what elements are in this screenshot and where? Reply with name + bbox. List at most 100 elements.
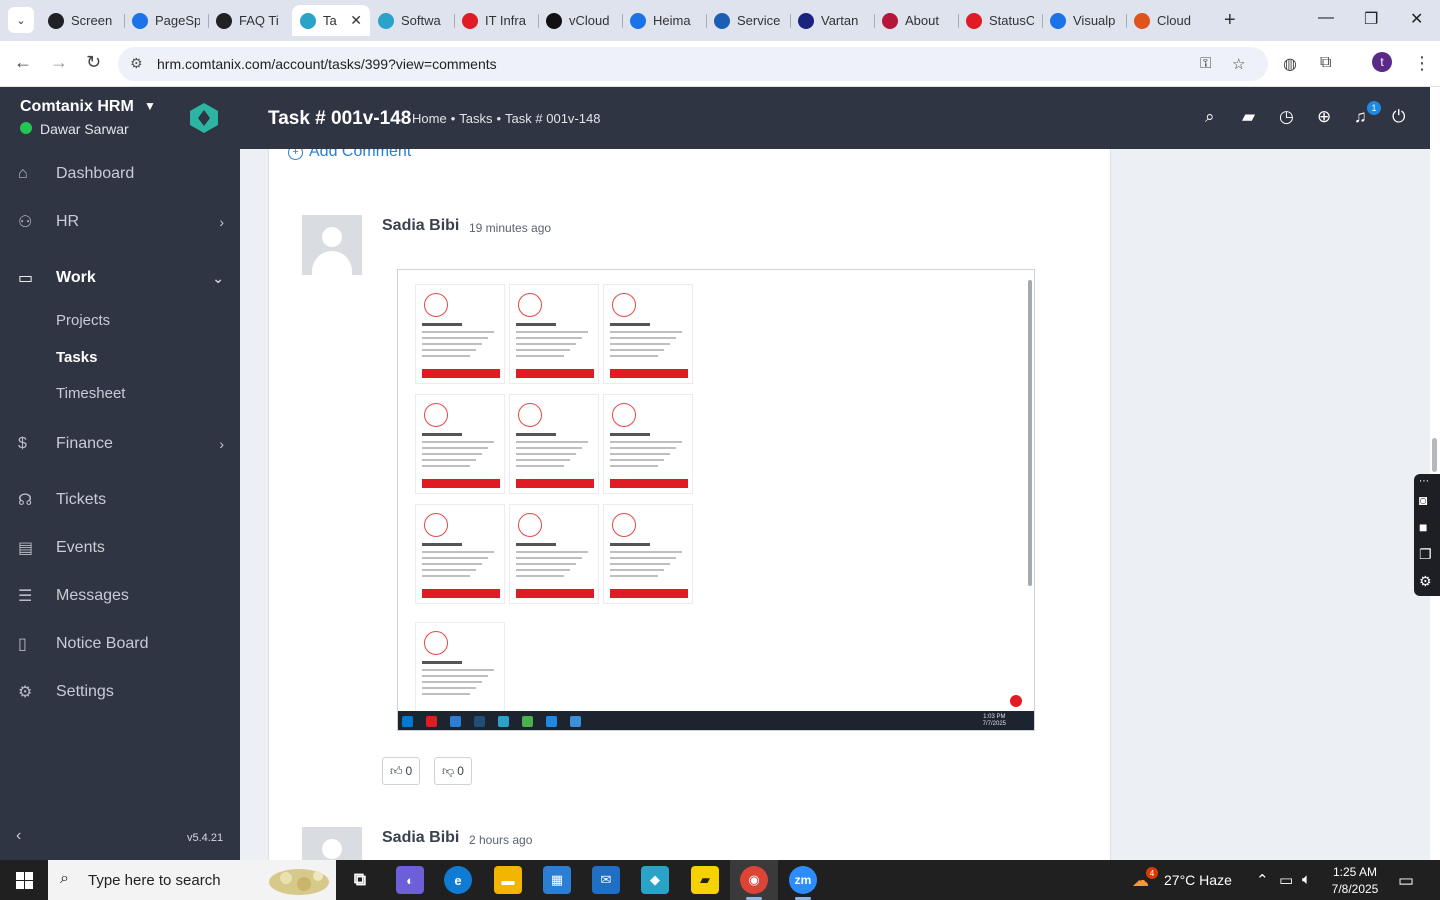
system-clock[interactable]: 1:25 AM 7/8/2025 xyxy=(1326,864,1384,898)
task-view-icon[interactable]: ⧉ xyxy=(346,866,374,894)
bookmark-star-icon[interactable]: ☆ xyxy=(1232,55,1245,73)
copilot-icon[interactable]: ◐ xyxy=(396,866,424,894)
sidebar-item-work[interactable]: ▭ Work ⌄ xyxy=(0,258,240,298)
sidebar-subitem-tasks[interactable]: Tasks xyxy=(56,349,97,366)
profile-avatar[interactable]: t xyxy=(1372,52,1392,72)
cloud-icon xyxy=(1134,12,1150,29)
comtanix-app-icon[interactable]: ◆ xyxy=(641,866,669,894)
browser-tab[interactable]: Cloud xyxy=(1126,5,1210,36)
visualping-icon xyxy=(1050,12,1066,29)
start-button[interactable] xyxy=(0,860,48,900)
browser-tab[interactable]: Softwa xyxy=(370,5,454,36)
network-icon[interactable]: ▭ xyxy=(1279,871,1293,889)
attachment-taskbar: 1:03 PM 7/7/2025 xyxy=(398,711,1034,730)
reload-button[interactable]: ↻ xyxy=(86,52,101,73)
browser-tab[interactable]: Vartan xyxy=(790,5,874,36)
browser-tab-label: PageSp xyxy=(155,13,200,28)
bell-icon[interactable]: ♫ xyxy=(1354,107,1367,127)
sidebar-subitem-timesheet[interactable]: Timesheet xyxy=(56,385,125,402)
browser-tab[interactable]: Ta ✕ xyxy=(292,5,370,36)
notifications-icon[interactable]: ▭ xyxy=(1398,871,1414,891)
click-here-button xyxy=(516,589,594,598)
mail-icon[interactable]: ✉ xyxy=(592,866,620,894)
brand-dropdown-icon[interactable]: ▼ xyxy=(144,99,156,113)
collapse-sidebar-icon[interactable]: ‹ xyxy=(16,827,21,845)
taskbar-search-box[interactable]: ⌕ Type here to search xyxy=(48,860,336,900)
add-comment-link[interactable]: + Add Comment xyxy=(288,149,411,161)
browser-tab[interactable]: PageSp xyxy=(124,5,208,36)
chevron-up-icon[interactable]: ⌃ xyxy=(1256,871,1269,889)
comment-attachment-image[interactable]: 1:03 PM 7/7/2025 xyxy=(397,269,1035,731)
zoom-icon[interactable]: zm xyxy=(789,866,817,894)
sidebar-item-tickets[interactable]: ☊ Tickets xyxy=(0,480,240,520)
restore-button[interactable]: ❐ xyxy=(1364,9,1378,29)
browser-tab[interactable]: Visualp xyxy=(1042,5,1126,36)
sidebar-item-events[interactable]: ▤ Events xyxy=(0,528,240,568)
sidebar-item-dashboard[interactable]: ⌂ Dashboard xyxy=(0,154,240,194)
translate-icon[interactable]: ◍ xyxy=(1283,54,1297,74)
vscode-icon xyxy=(450,716,461,727)
sticky-notes-icon[interactable]: ▰ xyxy=(691,866,719,894)
copy-icon[interactable]: ❐ xyxy=(1419,546,1432,563)
comment-author: Sadia Bibi xyxy=(382,217,460,234)
like-button[interactable]: 👍︎ 0 xyxy=(382,757,421,785)
browser-tab[interactable]: Screen xyxy=(40,5,124,36)
sidebar-item-messages[interactable]: ☰ Messages xyxy=(0,576,240,616)
brand-name[interactable]: Comtanix HRM xyxy=(20,98,134,116)
sidebar-item-settings[interactable]: ⚙ Settings xyxy=(0,672,240,712)
chrome-icon[interactable]: ◉ xyxy=(740,866,768,894)
camera-icon[interactable]: ◙ xyxy=(1419,492,1427,508)
browser-menu-icon[interactable]: ⋮ xyxy=(1413,53,1431,74)
sidebar-subitem-projects[interactable]: Projects xyxy=(56,312,110,329)
search-icon[interactable]: ⌕ xyxy=(1205,107,1215,127)
more-icon[interactable]: ⋯ xyxy=(1419,476,1429,487)
close-window-button[interactable]: ✕ xyxy=(1410,9,1423,29)
browser-tab[interactable]: vCloud xyxy=(538,5,622,36)
sidebar-item-notice-board[interactable]: ▯ Notice Board xyxy=(0,624,240,664)
tab-search-button[interactable]: ⌄ xyxy=(8,7,34,33)
minimize-button[interactable]: — xyxy=(1318,9,1334,27)
site-info-icon[interactable]: ⚙ xyxy=(130,55,143,72)
tab-strip: Screen PageSp FAQ Ti Ta ✕ Softwa IT Infra vClou… xyxy=(40,5,1210,36)
browser-tab[interactable]: Service xyxy=(706,5,790,36)
dislike-button[interactable]: 👎︎ 0 xyxy=(434,757,472,785)
volume-icon[interactable]: 🔈︎ xyxy=(1302,871,1311,888)
store-icon[interactable]: ▦ xyxy=(543,866,571,894)
browser-tab[interactable]: StatusC xyxy=(958,5,1042,36)
screen-recorder-icon xyxy=(48,12,64,29)
sidebar-item-finance[interactable]: $ Finance › xyxy=(0,424,240,464)
chrome-icon xyxy=(522,716,533,727)
breadcrumb-tasks[interactable]: Tasks xyxy=(459,111,492,126)
user-name: Dawar Sarwar xyxy=(40,121,129,137)
breadcrumb-home[interactable]: Home xyxy=(412,111,447,126)
omnibox[interactable]: ⚙ hrm.comtanix.com/account/tasks/399?vie… xyxy=(118,47,1268,81)
url-text[interactable]: hrm.comtanix.com/account/tasks/399?view=… xyxy=(157,56,497,72)
photoshop-icon xyxy=(474,716,485,727)
new-tab-button[interactable]: + xyxy=(1224,9,1236,32)
browser-tab[interactable]: FAQ Ti xyxy=(208,5,292,36)
file-explorer-icon[interactable]: ▬ xyxy=(494,866,522,894)
browser-tab[interactable]: Heima xyxy=(622,5,706,36)
power-icon[interactable]: ⏻ xyxy=(1392,107,1405,127)
faq-icon xyxy=(216,12,232,29)
add-circle-icon[interactable]: ⊕ xyxy=(1317,107,1331,127)
attachment-service-card xyxy=(603,394,693,494)
close-tab-icon[interactable]: ✕ xyxy=(350,12,362,29)
extensions-icon[interactable]: ⧉ xyxy=(1320,54,1331,72)
browser-tab-label: Vartan xyxy=(821,13,859,28)
browser-tab[interactable]: IT Infra xyxy=(454,5,538,36)
sticky-note-icon[interactable]: ▰ xyxy=(1242,107,1255,127)
page-scrollbar-thumb[interactable] xyxy=(1432,438,1437,472)
video-icon[interactable]: ■ xyxy=(1419,519,1427,535)
click-here-button xyxy=(516,479,594,488)
edge-icon[interactable]: e xyxy=(444,866,472,894)
back-button[interactable]: ← xyxy=(14,52,32,73)
sidebar-item-hr[interactable]: ⚇ HR › xyxy=(0,202,240,242)
gear-icon[interactable]: ⚙ xyxy=(1419,573,1432,590)
browser-tab[interactable]: About xyxy=(874,5,958,36)
heima-icon xyxy=(630,12,646,29)
key-icon[interactable]: ⚿ xyxy=(1200,55,1211,72)
clock-icon[interactable]: ◷ xyxy=(1279,107,1294,127)
forward-button[interactable]: → xyxy=(50,52,68,73)
weather-text[interactable]: 27°C Haze xyxy=(1164,872,1232,888)
